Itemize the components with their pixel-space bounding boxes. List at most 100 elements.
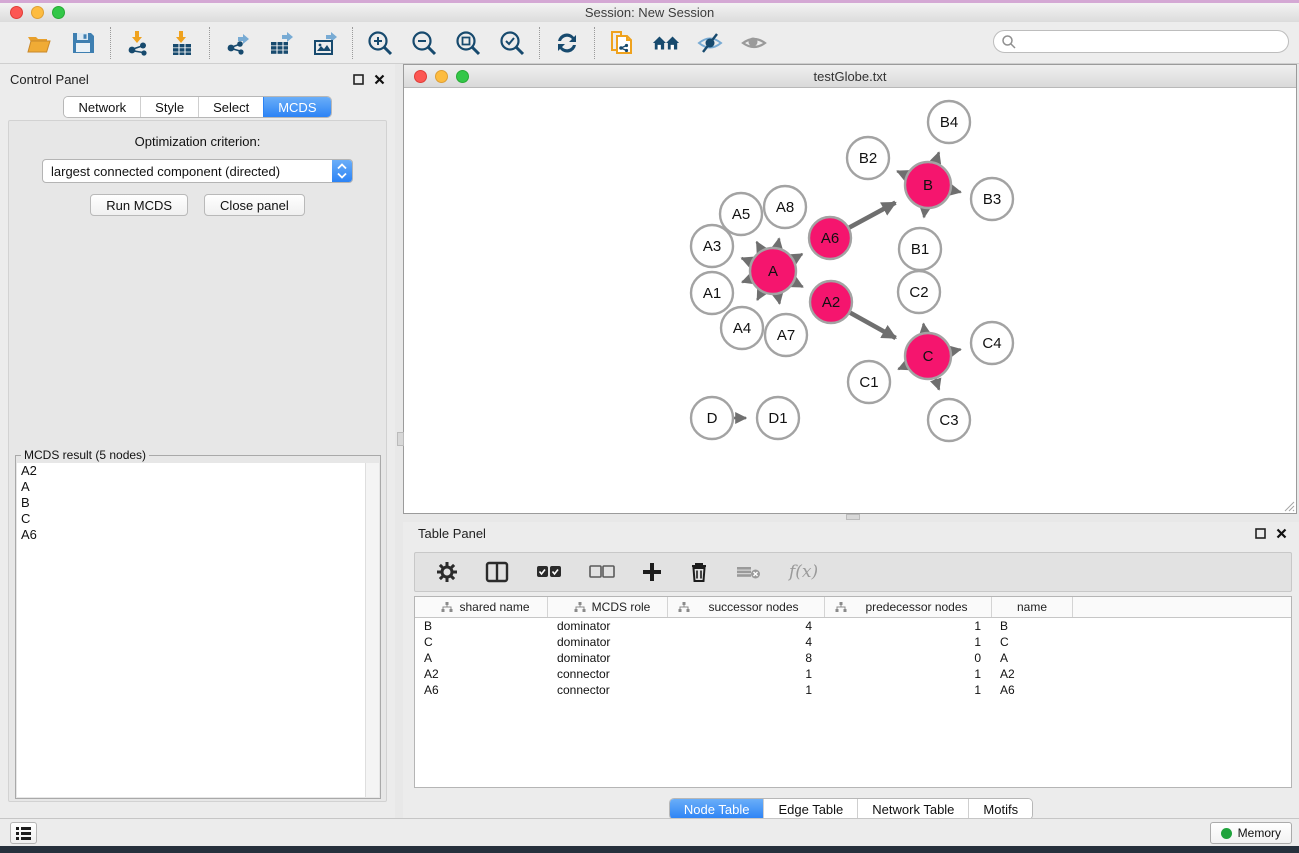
- refresh-icon[interactable]: [553, 29, 581, 57]
- task-history-button[interactable]: [10, 822, 37, 844]
- delete-column-trash-icon[interactable]: [689, 561, 709, 583]
- export-table-icon[interactable]: [267, 29, 295, 57]
- table-cell[interactable]: A6: [992, 683, 1073, 697]
- table-cell[interactable]: A2: [415, 667, 548, 681]
- tab-network[interactable]: Network: [64, 97, 140, 117]
- close-window-button[interactable]: [10, 6, 23, 19]
- import-table-icon[interactable]: [168, 29, 196, 57]
- float-panel-icon[interactable]: [353, 74, 364, 85]
- hide-eye-icon[interactable]: [696, 29, 724, 57]
- zoom-in-icon[interactable]: [366, 29, 394, 57]
- table-row[interactable]: A6connector11A6: [415, 682, 1291, 698]
- select-all-columns-icon[interactable]: [536, 565, 562, 579]
- mcds-result-list[interactable]: A2ABCA6: [17, 463, 379, 797]
- node-table[interactable]: shared name MCDS role successor nodes pr…: [414, 596, 1292, 788]
- network-window-titlebar[interactable]: testGlobe.txt: [404, 65, 1296, 88]
- column-header-predecessor-nodes[interactable]: predecessor nodes: [825, 597, 992, 617]
- tab-node-table[interactable]: Node Table: [670, 799, 764, 819]
- table-cell[interactable]: 4: [668, 619, 825, 633]
- graph-node-A4[interactable]: A4: [721, 307, 763, 349]
- memory-button[interactable]: Memory: [1210, 822, 1292, 844]
- table-row[interactable]: Cdominator41C: [415, 634, 1291, 650]
- column-header-mcds-role[interactable]: MCDS role: [548, 597, 668, 617]
- result-list-item[interactable]: A2: [17, 463, 379, 479]
- save-session-icon[interactable]: [69, 29, 97, 57]
- table-cell[interactable]: 1: [825, 619, 992, 633]
- export-image-icon[interactable]: [311, 29, 339, 57]
- graph-node-D[interactable]: D: [691, 397, 733, 439]
- table-cell[interactable]: B: [415, 619, 548, 633]
- export-network-icon[interactable]: [223, 29, 251, 57]
- table-cell[interactable]: dominator: [548, 619, 668, 633]
- table-row[interactable]: A2connector11A2: [415, 666, 1291, 682]
- home-pair-icon[interactable]: [652, 29, 680, 57]
- graph-edge-C-C3[interactable]: [935, 379, 939, 390]
- result-list-scrollbar[interactable]: [365, 463, 379, 797]
- network-canvas[interactable]: AA1A2A3A4A5A6A7A8BB1B2B3B4CC1C2C3C4DD1: [404, 88, 1296, 513]
- table-cell[interactable]: 1: [668, 667, 825, 681]
- graph-node-B1[interactable]: B1: [899, 228, 941, 270]
- table-cell[interactable]: connector: [548, 683, 668, 697]
- table-row[interactable]: Bdominator41B: [415, 618, 1291, 634]
- graph-node-D1[interactable]: D1: [757, 397, 799, 439]
- graph-node-B3[interactable]: B3: [971, 178, 1013, 220]
- maximize-view-button[interactable]: [456, 70, 469, 83]
- graph-edge-A-A2[interactable]: [794, 282, 803, 287]
- show-eye-icon[interactable]: [740, 29, 768, 57]
- graph-edge-A2-C[interactable]: [850, 313, 895, 338]
- table-cell[interactable]: 8: [668, 651, 825, 665]
- graph-edge-A-A1[interactable]: [742, 279, 750, 282]
- table-settings-gear-icon[interactable]: [436, 561, 458, 583]
- table-cell[interactable]: 0: [825, 651, 992, 665]
- graph-edge-A-A4[interactable]: [757, 292, 761, 300]
- graph-edge-A-A6[interactable]: [794, 254, 803, 259]
- run-mcds-button[interactable]: Run MCDS: [90, 194, 188, 216]
- graph-edge-C-C1[interactable]: [898, 366, 906, 369]
- graph-edge-A-A3[interactable]: [742, 258, 751, 262]
- split-view-icon[interactable]: [485, 561, 509, 583]
- table-cell[interactable]: 1: [668, 683, 825, 697]
- network-graph[interactable]: AA1A2A3A4A5A6A7A8BB1B2B3B4CC1C2C3C4DD1: [404, 88, 1296, 513]
- table-cell[interactable]: B: [992, 619, 1073, 633]
- graph-node-A6[interactable]: A6: [809, 217, 851, 259]
- graph-node-C2[interactable]: C2: [898, 271, 940, 313]
- graph-node-A2[interactable]: A2: [810, 281, 852, 323]
- graph-node-A[interactable]: A: [750, 248, 796, 294]
- horizontal-splitter-handle[interactable]: [846, 514, 860, 520]
- function-builder-icon[interactable]: f(x): [789, 562, 818, 582]
- graph-node-A1[interactable]: A1: [691, 272, 733, 314]
- network-file-icon[interactable]: [608, 29, 636, 57]
- close-panel-button[interactable]: Close panel: [204, 194, 305, 216]
- close-table-panel-icon[interactable]: [1276, 528, 1287, 539]
- table-cell[interactable]: A: [415, 651, 548, 665]
- tab-style[interactable]: Style: [140, 97, 198, 117]
- graph-node-A7[interactable]: A7: [765, 314, 807, 356]
- graph-node-A8[interactable]: A8: [764, 186, 806, 228]
- table-cell[interactable]: 1: [825, 667, 992, 681]
- tab-mcds[interactable]: MCDS: [263, 97, 330, 117]
- import-network-icon[interactable]: [124, 29, 152, 57]
- table-cell[interactable]: A: [992, 651, 1073, 665]
- result-list-item[interactable]: C: [17, 511, 379, 527]
- graph-edge-A-A5[interactable]: [757, 242, 762, 250]
- unselect-all-columns-icon[interactable]: [589, 565, 615, 579]
- resize-grip[interactable]: [1282, 499, 1295, 512]
- add-column-icon[interactable]: [642, 562, 662, 582]
- maximize-window-button[interactable]: [52, 6, 65, 19]
- tab-motifs[interactable]: Motifs: [968, 799, 1032, 819]
- graph-edge-A-A7[interactable]: [778, 295, 780, 304]
- graph-edge-B-B2[interactable]: [897, 171, 906, 175]
- table-cell[interactable]: C: [415, 635, 548, 649]
- table-cell[interactable]: connector: [548, 667, 668, 681]
- table-cell[interactable]: A2: [992, 667, 1073, 681]
- table-cell[interactable]: 4: [668, 635, 825, 649]
- minimize-view-button[interactable]: [435, 70, 448, 83]
- graph-edge-B-B1[interactable]: [924, 209, 925, 217]
- table-cell[interactable]: 1: [825, 635, 992, 649]
- minimize-window-button[interactable]: [31, 6, 44, 19]
- close-panel-icon[interactable]: [374, 74, 385, 85]
- close-view-button[interactable]: [414, 70, 427, 83]
- open-file-icon[interactable]: [25, 29, 53, 57]
- graph-node-A3[interactable]: A3: [691, 225, 733, 267]
- column-header-successor-nodes[interactable]: successor nodes: [668, 597, 825, 617]
